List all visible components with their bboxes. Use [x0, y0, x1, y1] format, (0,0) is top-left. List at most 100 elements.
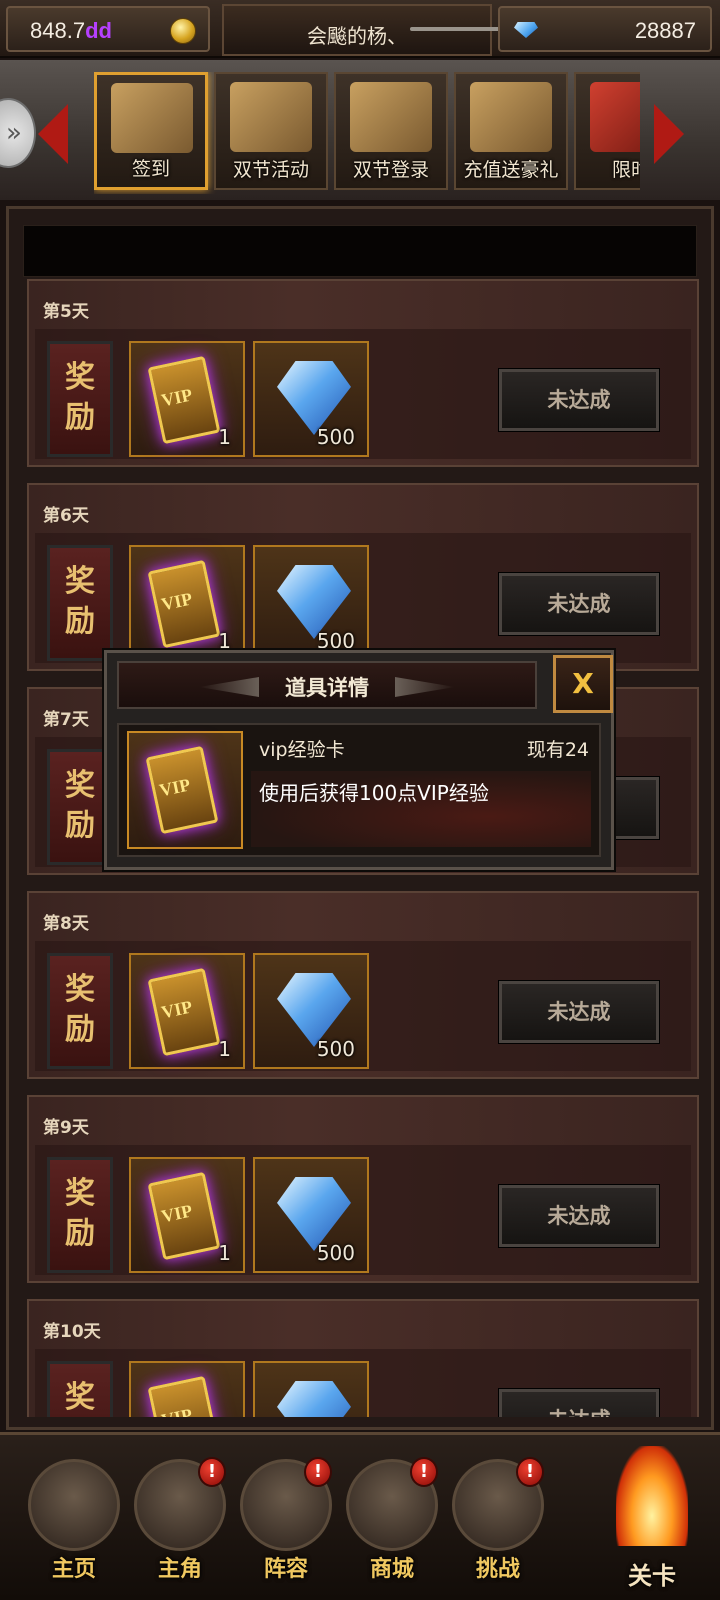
diamond-slot[interactable]: 500 [253, 545, 369, 661]
tab-double-festival-login[interactable]: 双节登录 [334, 72, 448, 190]
player-name: 会飈的杨、 [307, 24, 407, 48]
claim-status-button[interactable]: 未达成 [498, 1184, 660, 1248]
red-potion-icon [590, 82, 640, 152]
popup-body: vip经验卡 现有24 使用后获得100点VIP经验 [117, 723, 601, 857]
gem-currency[interactable]: 28887 [498, 6, 712, 52]
castle-icon [28, 1459, 120, 1551]
claim-status-button[interactable]: 未达成 [498, 572, 660, 636]
reward-tag: 奖 [47, 1361, 113, 1417]
double-chevron-icon: » [6, 118, 22, 148]
day-label: 第9天 [43, 1118, 89, 1138]
treasure-chest-icon [470, 82, 552, 152]
diamond-icon [277, 973, 351, 1047]
diamond-icon [277, 1381, 351, 1417]
tab-label: 双节活动 [232, 159, 309, 181]
day-label: 第8天 [43, 914, 89, 934]
tabs-next-arrow-icon[interactable] [654, 104, 684, 164]
item-details-popup: 道具详情 X vip经验卡 现有24 使用后获得100点VIP经验 [104, 650, 614, 870]
vip-card-icon [147, 1375, 221, 1417]
tab-double-festival-event[interactable]: 双节活动 [214, 72, 328, 190]
nav-lineup[interactable]: ! 阵容 [236, 1451, 336, 1591]
reward-tag: 奖励 [47, 953, 113, 1069]
diamond-slot[interactable]: 500 [253, 953, 369, 1069]
calendar-icon [350, 82, 432, 152]
activity-tabs: 签到 双节活动 双节登录 充值送豪礼 限时 [94, 72, 640, 194]
reward-tag: 奖励 [47, 545, 113, 661]
reward-row-day-6: 第6天 奖励 1 500 未达成 [27, 483, 699, 671]
item-count: 500 [316, 1241, 355, 1265]
item-owned-count: 现有24 [526, 739, 589, 761]
nav-home[interactable]: 主页 [24, 1451, 124, 1591]
tab-recharge-gift[interactable]: 充值送豪礼 [454, 72, 568, 190]
nav-shop[interactable]: ! 商城 [342, 1451, 442, 1591]
diamond-icon [277, 565, 351, 639]
popup-title: 道具详情 [285, 676, 369, 700]
nav-label: 主角 [157, 1557, 202, 1582]
item-count: 1 [218, 1241, 231, 1265]
vip-card-icon [147, 559, 221, 649]
item-count: 500 [316, 1037, 355, 1061]
scroll-icon [111, 83, 193, 153]
reward-tag: 奖励 [47, 1157, 113, 1273]
diamond-slot[interactable] [253, 1361, 369, 1417]
alert-badge-icon: ! [198, 1457, 226, 1487]
nav-label: 挑战 [475, 1557, 520, 1582]
tab-sign-in[interactable]: 签到 [94, 72, 208, 190]
item-count: 500 [316, 425, 355, 449]
vip-card-icon [145, 745, 219, 835]
popup-item-slot [127, 731, 243, 849]
popup-title-bar: 道具详情 [117, 661, 537, 709]
day-label: 第10天 [43, 1322, 101, 1342]
nav-label: 主页 [51, 1557, 96, 1582]
gold-amount: 848.7dd [30, 18, 112, 43]
day-label: 第7天 [43, 710, 89, 730]
vip-card-icon [147, 1171, 221, 1261]
nav-stage[interactable]: 关卡 [592, 1440, 712, 1600]
item-count: 1 [218, 1037, 231, 1061]
vip-card-slot[interactable]: 1 [129, 341, 245, 457]
tab-label: 签到 [131, 158, 170, 180]
alert-badge-icon: ! [304, 1457, 332, 1487]
claim-status-button[interactable]: 未达成 [498, 1388, 660, 1417]
gold-coin-icon [170, 18, 196, 44]
diamond-slot[interactable]: 500 [253, 1157, 369, 1273]
nav-label: 关卡 [628, 1562, 676, 1590]
nav-label: 阵容 [263, 1557, 308, 1582]
claim-status-button[interactable]: 未达成 [498, 980, 660, 1044]
reward-tag: 奖励 [47, 341, 113, 457]
diamond-slot[interactable]: 500 [253, 341, 369, 457]
tab-label: 双节登录 [352, 159, 429, 181]
day-label: 第6天 [43, 506, 89, 526]
item-description: 使用后获得100点VIP经验 [259, 781, 489, 805]
diamond-icon [514, 22, 538, 38]
flame-icon [616, 1446, 688, 1546]
vip-card-icon [147, 967, 221, 1057]
letter-icon [230, 82, 312, 152]
vip-card-slot[interactable]: 1 [129, 545, 245, 661]
tab-label: 限时 [611, 159, 640, 181]
vip-card-slot[interactable]: 1 [129, 953, 245, 1069]
gold-currency[interactable]: 848.7dd [6, 6, 210, 52]
reward-row-day-10: 第10天 奖 未达成 [27, 1299, 699, 1417]
nav-hero[interactable]: ! 主角 [130, 1451, 230, 1591]
claim-status-button[interactable]: 未达成 [498, 368, 660, 432]
day-label: 第5天 [43, 302, 89, 322]
reward-row-day-9: 第9天 奖励 1 500 未达成 [27, 1095, 699, 1283]
popup-close-button[interactable]: X [553, 655, 613, 713]
close-icon: X [572, 667, 594, 700]
alert-badge-icon: ! [410, 1457, 438, 1487]
item-count: 1 [218, 425, 231, 449]
gem-amount: 28887 [634, 18, 696, 43]
vip-card-slot[interactable] [129, 1361, 245, 1417]
tabs-prev-arrow-icon[interactable] [38, 104, 68, 164]
reward-row-day-8: 第8天 奖励 1 500 未达成 [27, 891, 699, 1079]
vip-card-slot[interactable]: 1 [129, 1157, 245, 1273]
reward-row-day-5: 第5天 奖励 1 500 未达成 [27, 279, 699, 467]
item-name: vip经验卡 [259, 739, 345, 761]
nav-label: 商城 [369, 1557, 414, 1582]
vip-card-icon [147, 355, 221, 445]
top-status-bar: 848.7dd 会飈的杨、 28887 [0, 0, 720, 58]
nav-challenge[interactable]: ! 挑战 [448, 1451, 548, 1591]
diamond-icon [277, 1177, 351, 1251]
tab-limited-time[interactable]: 限时 [574, 72, 640, 190]
